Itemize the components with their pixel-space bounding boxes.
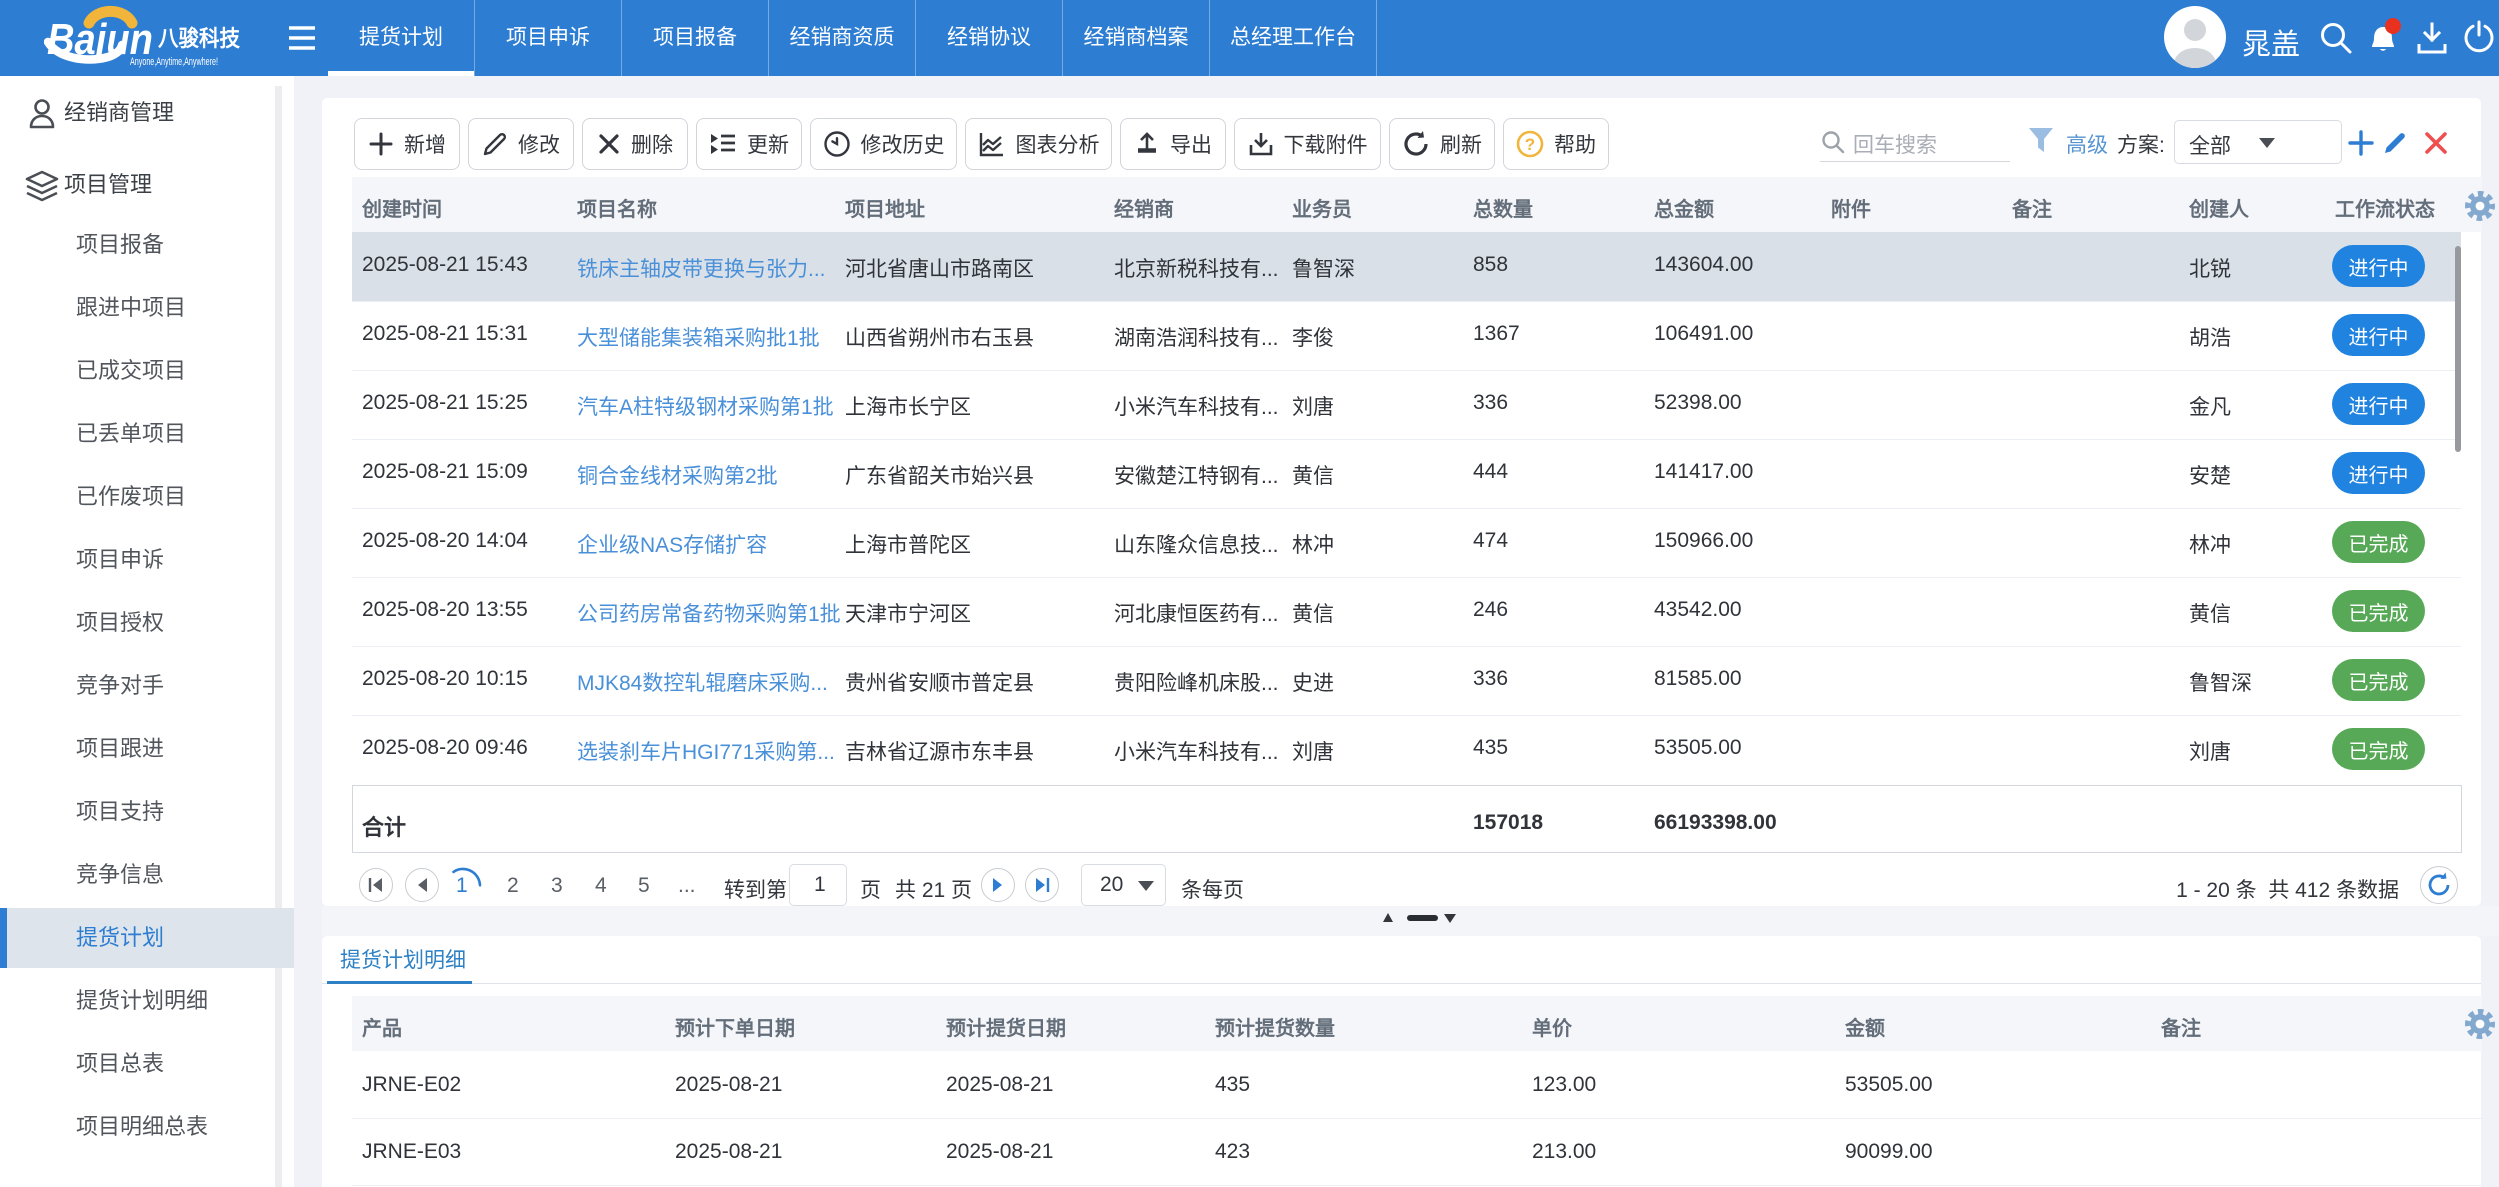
- svg-text:八骏科技: 八骏科技: [158, 26, 241, 51]
- svg-text:Anyone,Anytime,Anywhere!: Anyone,Anytime,Anywhere!: [130, 56, 218, 68]
- svg-text:?: ?: [1525, 135, 1535, 154]
